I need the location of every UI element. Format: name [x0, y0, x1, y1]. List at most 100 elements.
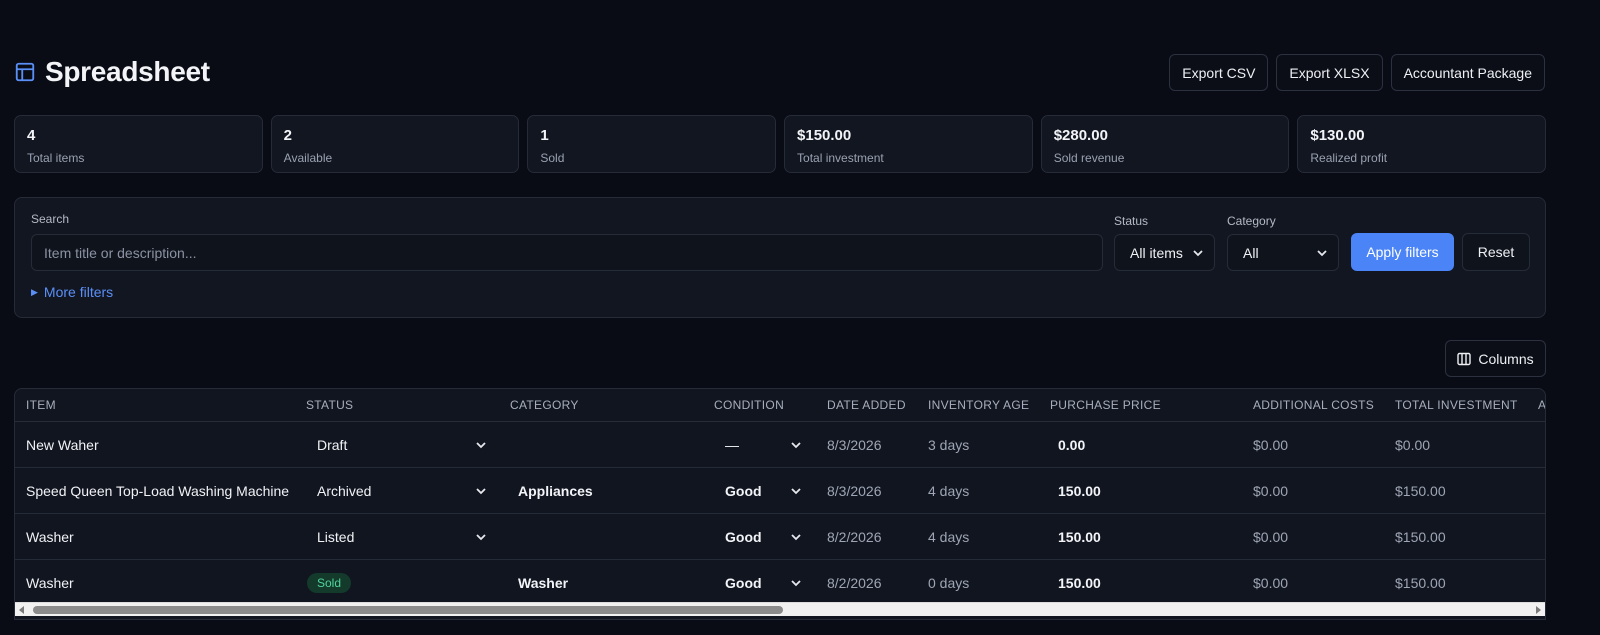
- cell-date-added: 8/2/2026: [827, 529, 882, 545]
- scroll-right-arrow-icon[interactable]: [1534, 606, 1542, 614]
- cell-total-investment: $150.00: [1395, 529, 1446, 545]
- status-select[interactable]: All items: [1114, 234, 1215, 271]
- stat-label: Total items: [27, 151, 85, 165]
- category-select-value: All: [1243, 244, 1259, 261]
- filters-panel: Search Status All items Category All App…: [14, 197, 1546, 318]
- stat-available: 2 Available: [270, 115, 520, 173]
- chevron-down-icon: [791, 534, 801, 541]
- cell-additional-costs: $0.00: [1253, 437, 1289, 453]
- col-header-item[interactable]: ITEM: [26, 398, 56, 412]
- stat-label: Total investment: [797, 151, 884, 165]
- table-row: Washer Listed Good 8/2/2026 4 days 150.0…: [15, 514, 1545, 560]
- condition-value: —: [725, 437, 739, 453]
- table-row: Washer Sold Washer Good 8/2/2026 0 days …: [15, 560, 1545, 606]
- condition-value: Good: [725, 529, 762, 545]
- columns-icon: [1457, 352, 1472, 365]
- cell-inventory-age: 4 days: [928, 483, 970, 499]
- status-cell-select[interactable]: Draft: [317, 437, 487, 453]
- stat-label: Available: [283, 151, 333, 165]
- condition-cell-select[interactable]: Good: [725, 529, 802, 545]
- title-wrap: Spreadsheet: [14, 56, 210, 88]
- cell-date-added: 8/2/2026: [827, 575, 882, 591]
- status-label: Status: [1114, 214, 1149, 228]
- table-row: Speed Queen Top-Load Washing Machine Arc…: [15, 468, 1545, 514]
- stat-total-items: 4 Total items: [14, 115, 263, 173]
- chevron-down-icon: [791, 488, 801, 495]
- col-header-condition[interactable]: CONDITION: [714, 398, 784, 412]
- status-badge: Sold: [307, 573, 352, 593]
- search-input[interactable]: [31, 234, 1103, 271]
- table-icon: [15, 62, 35, 82]
- chevron-down-icon: [791, 580, 801, 587]
- header-actions: Export CSV Export XLSX Accountant Packag…: [1169, 54, 1545, 91]
- more-filters-label: More filters: [43, 284, 114, 300]
- page-title: Spreadsheet: [45, 56, 210, 87]
- stat-value: $130.00: [1310, 127, 1365, 144]
- stat-value: $280.00: [1053, 127, 1108, 144]
- status-select-value: All items: [1130, 244, 1183, 261]
- search-label: Search: [31, 212, 70, 226]
- stat-label: Sold revenue: [1053, 151, 1125, 165]
- status-value: Archived: [317, 483, 372, 499]
- condition-cell-select[interactable]: Good: [725, 483, 802, 499]
- table-row: New Waher Draft — 8/3/2026 3 days 0.00 $…: [15, 422, 1545, 468]
- scroll-left-arrow-icon[interactable]: [18, 606, 26, 614]
- accountant-package-button[interactable]: Accountant Package: [1390, 54, 1545, 91]
- stat-value: $150.00: [797, 127, 852, 144]
- col-header-total-investment[interactable]: TOTAL INVESTMENT: [1395, 398, 1518, 412]
- chevron-down-icon: [1193, 249, 1203, 256]
- items-table: ITEM STATUS CATEGORY CONDITION DATE ADDE…: [14, 388, 1546, 620]
- cell-category: Washer: [518, 575, 569, 591]
- page-header: Spreadsheet Export CSV Export XLSX Accou…: [14, 52, 1545, 92]
- cell-inventory-age: 3 days: [928, 437, 970, 453]
- cell-category: Appliances: [518, 483, 593, 499]
- export-xlsx-button[interactable]: Export XLSX: [1276, 54, 1383, 91]
- stat-label: Sold: [540, 151, 565, 165]
- cell-additional-costs: $0.00: [1253, 575, 1289, 591]
- status-value: Listed: [317, 529, 355, 545]
- status-value: Draft: [317, 437, 348, 453]
- stat-realized-profit: $130.00 Realized profit: [1297, 115, 1547, 173]
- cell-inventory-age: 0 days: [928, 575, 970, 591]
- cell-additional-costs: $0.00: [1253, 529, 1289, 545]
- stat-value: 4: [27, 127, 36, 144]
- col-header-date-added[interactable]: DATE ADDED: [827, 398, 906, 412]
- apply-filters-button[interactable]: Apply filters: [1351, 233, 1454, 271]
- columns-label: Columns: [1478, 350, 1534, 367]
- condition-cell-select[interactable]: Good: [725, 575, 802, 591]
- cell-purchase-price[interactable]: 0.00: [1058, 437, 1085, 453]
- cell-item: Washer: [26, 575, 74, 591]
- cell-total-investment: $150.00: [1395, 575, 1446, 591]
- reset-button[interactable]: Reset: [1462, 233, 1530, 271]
- chevron-down-icon: [476, 442, 486, 449]
- condition-cell-select[interactable]: —: [725, 437, 802, 453]
- col-header-category[interactable]: CATEGORY: [510, 398, 579, 412]
- status-cell-select[interactable]: Listed: [317, 529, 487, 545]
- cell-item: New Waher: [26, 437, 99, 453]
- more-filters-toggle[interactable]: ▶ More filters: [31, 284, 113, 300]
- scrollbar-thumb[interactable]: [33, 606, 783, 614]
- stat-value: 2: [283, 127, 293, 144]
- category-select[interactable]: All: [1227, 234, 1339, 271]
- cell-purchase-price[interactable]: 150.00: [1058, 483, 1101, 499]
- cell-item: Washer: [26, 529, 74, 545]
- col-header-additional-costs[interactable]: ADDITIONAL COSTS: [1253, 398, 1374, 412]
- cell-purchase-price[interactable]: 150.00: [1058, 529, 1101, 545]
- cell-inventory-age: 4 days: [928, 529, 970, 545]
- export-csv-button[interactable]: Export CSV: [1169, 54, 1269, 91]
- status-cell-select[interactable]: Archived: [317, 483, 487, 499]
- col-header-status[interactable]: STATUS: [306, 398, 353, 412]
- condition-value: Good: [725, 575, 762, 591]
- chevron-down-icon: [1317, 249, 1327, 256]
- chevron-down-icon: [476, 534, 486, 541]
- stat-sold: 1 Sold: [527, 115, 777, 173]
- columns-button[interactable]: Columns: [1445, 340, 1546, 377]
- col-header-truncated[interactable]: A: [1538, 398, 1545, 412]
- horizontal-scrollbar[interactable]: [15, 602, 1545, 616]
- cell-purchase-price[interactable]: 150.00: [1058, 575, 1101, 591]
- chevron-down-icon: [476, 488, 486, 495]
- table-header: ITEM STATUS CATEGORY CONDITION DATE ADDE…: [15, 389, 1545, 422]
- col-header-purchase-price[interactable]: PURCHASE PRICE: [1050, 398, 1161, 412]
- stat-total-investment: $150.00 Total investment: [784, 115, 1033, 173]
- col-header-inventory-age[interactable]: INVENTORY AGE: [928, 398, 1029, 412]
